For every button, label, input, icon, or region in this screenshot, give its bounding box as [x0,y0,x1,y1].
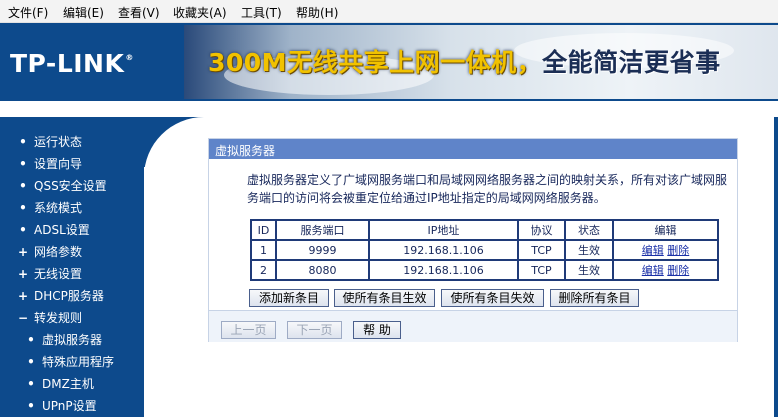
sidebar-item-status[interactable]: • 运行状态 [18,133,82,150]
cell-port: 8080 [275,259,370,281]
menu-edit[interactable]: 编辑(E) [63,4,104,21]
header: TP-LINK® 300M无线共享上网一体机，全能简洁更省事 [0,23,778,101]
col-ip: IP地址 [368,219,519,241]
virtual-server-panel: 虚拟服务器 虚拟服务器定义了广域网服务端口和局域网网络服务器之间的映射关系，所有… [208,138,738,342]
panel-title: 虚拟服务器 [209,139,737,159]
edit-link[interactable]: 编辑 [642,244,664,257]
sidebar-item-system-mode[interactable]: • 系统模式 [18,199,82,216]
add-entry-button[interactable]: 添加新条目 [249,289,329,307]
table-header-row: ID 服务端口 IP地址 协议 状态 编辑 [250,219,719,241]
sidebar-item-special-apps[interactable]: • 特殊应用程序 [26,353,114,370]
cell-actions: 编辑 删除 [612,259,719,281]
sidebar-item-wizard[interactable]: • 设置向导 [18,155,82,172]
menu-view[interactable]: 查看(V) [118,4,160,21]
disable-all-button[interactable]: 使所有条目失效 [441,289,544,307]
table-row: 1 9999 192.168.1.106 TCP 生效 编辑 删除 [250,239,719,261]
enable-all-button[interactable]: 使所有条目生效 [334,289,435,307]
delete-link[interactable]: 删除 [667,264,689,277]
cell-protocol: TCP [517,259,566,281]
cell-id: 2 [250,259,277,281]
col-id: ID [250,219,277,241]
delete-link[interactable]: 删除 [667,244,689,257]
menu-help[interactable]: 帮助(H) [296,4,338,21]
header-separator [0,101,778,117]
virtual-server-table: ID 服务端口 IP地址 协议 状态 编辑 1 9999 192.168.1.1… [250,219,719,281]
banner-slogan: 300M无线共享上网一体机，全能简洁更省事 [208,48,721,77]
col-port: 服务端口 [275,219,370,241]
sidebar-item-qss[interactable]: • QSS安全设置 [18,177,107,194]
cell-id: 1 [250,239,277,261]
menu-favorites[interactable]: 收藏夹(A) [173,4,227,21]
cell-status: 生效 [564,259,614,281]
sidebar-item-adsl[interactable]: • ADSL设置 [18,221,90,238]
sidebar-item-dhcp[interactable]: + DHCP服务器 [18,287,104,304]
col-protocol: 协议 [517,219,566,241]
sidebar-item-forwarding[interactable]: − 转发规则 [18,309,82,326]
cell-port: 9999 [275,239,370,261]
tplink-logo: TP-LINK® [10,49,134,78]
next-page-button[interactable]: 下一页 [287,321,342,339]
delete-all-button[interactable]: 删除所有条目 [550,289,639,307]
cell-actions: 编辑 删除 [612,239,719,261]
cell-status: 生效 [564,239,614,261]
sidebar-item-wireless[interactable]: + 无线设置 [18,265,82,282]
table-row: 2 8080 192.168.1.106 TCP 生效 编辑 删除 [250,259,719,281]
cell-ip: 192.168.1.106 [368,239,519,261]
prev-page-button[interactable]: 上一页 [221,321,276,339]
sidebar-item-network[interactable]: + 网络参数 [18,243,82,260]
help-button[interactable]: 帮 助 [353,321,401,339]
menu-file[interactable]: 文件(F) [8,4,48,21]
sidebar-item-dmz[interactable]: • DMZ主机 [26,375,94,392]
cell-protocol: TCP [517,239,566,261]
sidebar: • 运行状态 • 设置向导 • QSS安全设置 • 系统模式 • ADSL设置 + 网络参数… [0,117,144,417]
panel-footer: 上一页 下一页 帮 助 [209,310,737,342]
sidebar-item-virtual-server[interactable]: • 虚拟服务器 [26,331,102,348]
menu-bar: 文件(F) 编辑(E) 查看(V) 收藏夹(A) 工具(T) 帮助(H) [0,0,778,23]
col-edit: 编辑 [612,219,719,241]
menu-tools[interactable]: 工具(T) [241,4,282,21]
right-border [774,117,778,417]
banner: 300M无线共享上网一体机，全能简洁更省事 [184,25,778,99]
sidebar-item-upnp[interactable]: • UPnP设置 [26,397,97,414]
panel-description: 虚拟服务器定义了广域网服务端口和局域网网络服务器之间的映射关系，所有对该广域网服… [247,173,728,205]
col-status: 状态 [564,219,614,241]
edit-link[interactable]: 编辑 [642,264,664,277]
cell-ip: 192.168.1.106 [368,259,519,281]
